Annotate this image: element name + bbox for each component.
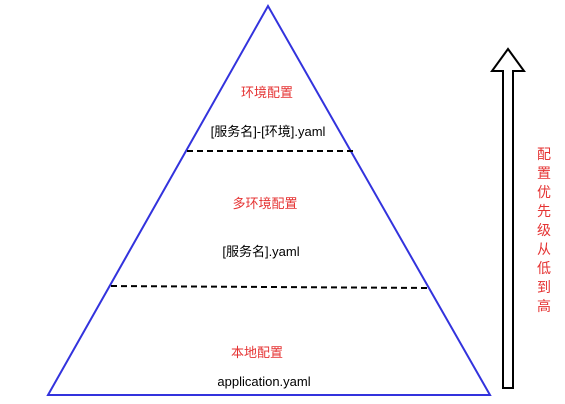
side-label-char: 置 [537,166,551,182]
side-label-char: 高 [537,298,551,315]
side-label-char: 先 [537,204,551,220]
config-priority-diagram: 环境配置 [服务名]-[环境].yaml 多环境配置 [服务名].yaml 本地… [46,3,551,396]
side-label-char: 优 [537,185,551,201]
side-label-char: 配 [537,147,551,163]
level-file-local: application.yaml [217,374,310,389]
level-title-local: 本地配置 [231,346,283,361]
level-title-env: 环境配置 [241,86,293,101]
arrow-up-icon [490,47,526,389]
priority-side-label: 配 置 优 先 级 从 低 到 高 [537,147,551,315]
level-title-multi-env: 多环境配置 [232,196,297,212]
level-file-env: [服务名]-[环境].yaml [211,124,326,139]
level-file-multi-env: [服务名].yaml [222,244,299,259]
side-label-char: 到 [537,280,551,296]
side-label-char: 级 [537,223,551,239]
side-label-char: 从 [537,242,551,258]
side-label-char: 低 [537,261,551,277]
